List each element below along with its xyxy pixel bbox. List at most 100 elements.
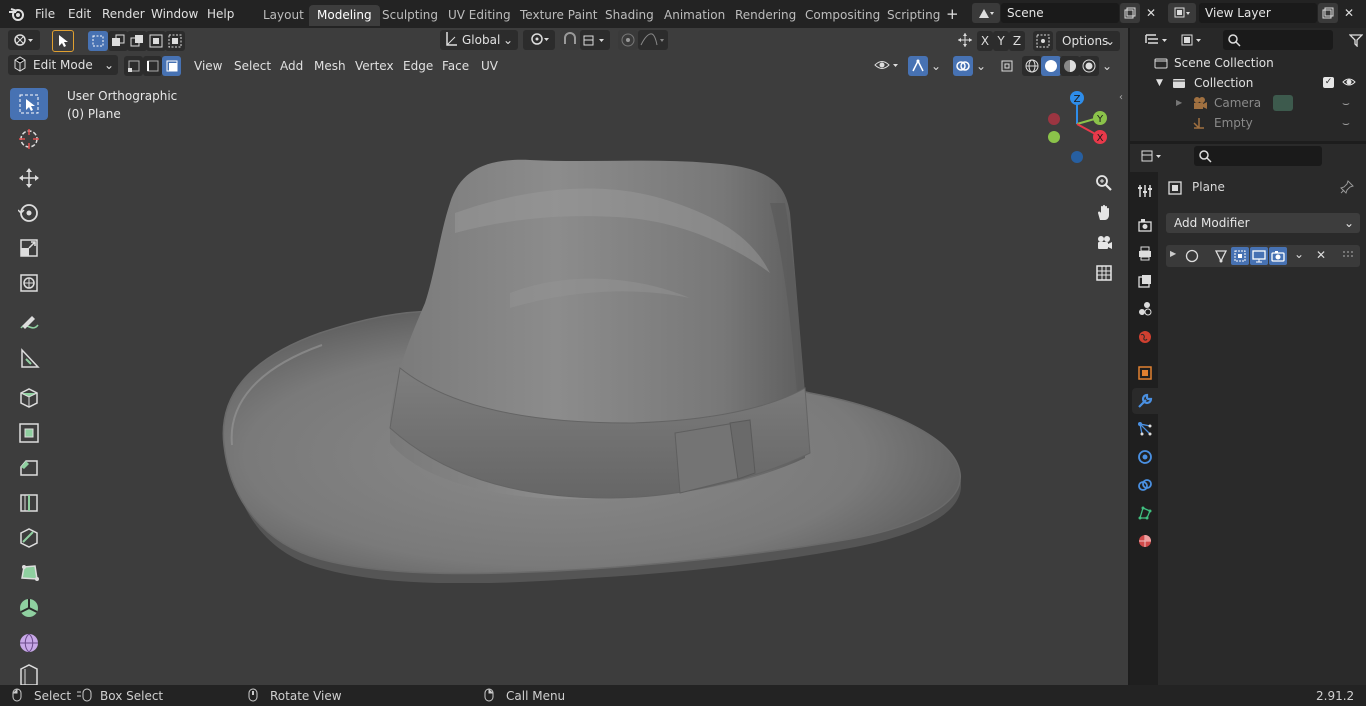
menu-help[interactable]: Help bbox=[207, 4, 234, 24]
axis-lock-x-button[interactable]: X bbox=[977, 31, 993, 51]
tab-sculpting[interactable]: Sculpting bbox=[374, 5, 446, 26]
menu-edit[interactable]: Edit bbox=[68, 4, 91, 24]
measure-tool-icon[interactable] bbox=[10, 343, 48, 375]
tab-shading[interactable]: Shading bbox=[597, 5, 662, 26]
select-mode-new-icon[interactable] bbox=[88, 31, 108, 51]
menu-vertex[interactable]: Vertex bbox=[355, 56, 394, 76]
edge-select-mode-icon[interactable] bbox=[143, 56, 162, 76]
sidebar-toggle-icon[interactable]: ‹ bbox=[1119, 92, 1123, 103]
modifier-menu-chevron-icon[interactable]: ⌄ bbox=[1294, 247, 1304, 261]
snap-toggle-icon[interactable] bbox=[560, 30, 580, 50]
outliner-editor-type-icon[interactable] bbox=[1142, 30, 1172, 50]
camera-data-icon[interactable] bbox=[1273, 95, 1293, 111]
add-modifier-dropdown[interactable]: Add Modifier ⌄ bbox=[1166, 213, 1360, 233]
select-mode-extend-icon[interactable] bbox=[108, 31, 128, 51]
add-cube-tool-icon[interactable] bbox=[10, 382, 48, 414]
annotate-tool-icon[interactable] bbox=[10, 308, 48, 340]
select-mode-intersect-icon[interactable] bbox=[165, 31, 185, 51]
move-tool-icon[interactable] bbox=[10, 162, 48, 194]
filter-icon[interactable] bbox=[1346, 30, 1366, 50]
view-layer-browse-icon[interactable] bbox=[1168, 3, 1196, 23]
smooth-tool-icon[interactable] bbox=[10, 627, 48, 659]
tab-tool-icon[interactable] bbox=[1132, 178, 1158, 204]
tab-layout[interactable]: Layout bbox=[255, 5, 312, 26]
vertex-select-mode-icon[interactable] bbox=[124, 56, 143, 76]
hat-mesh[interactable] bbox=[210, 123, 970, 583]
collapse-triangle-icon[interactable]: ▼ bbox=[1156, 73, 1163, 93]
cursor-tool-icon[interactable] bbox=[10, 123, 48, 155]
camera-view-icon[interactable] bbox=[1091, 230, 1117, 256]
zoom-view-icon[interactable] bbox=[1091, 170, 1117, 196]
spin-tool-icon[interactable] bbox=[10, 592, 48, 624]
tab-particles-icon[interactable] bbox=[1132, 416, 1158, 442]
tab-compositing[interactable]: Compositing bbox=[797, 5, 888, 26]
view-layer-field[interactable]: View Layer bbox=[1199, 3, 1317, 23]
shear-tool-icon[interactable] bbox=[10, 662, 48, 686]
expand-triangle-icon[interactable]: ▶ bbox=[1176, 93, 1182, 113]
pan-view-icon[interactable] bbox=[1091, 200, 1117, 226]
snap-target-dropdown[interactable] bbox=[580, 30, 610, 50]
3d-viewport[interactable]: Global ⌄ X Y Z Options ⌄ Edit Mode ⌄ Vie… bbox=[0, 28, 1128, 685]
delete-scene-icon[interactable]: ✕ bbox=[1141, 3, 1161, 23]
mirror-options-icon[interactable] bbox=[1033, 31, 1053, 51]
tab-view-layer-icon[interactable] bbox=[1132, 268, 1158, 294]
tab-render-icon[interactable] bbox=[1132, 212, 1158, 238]
tab-world-icon[interactable] bbox=[1132, 324, 1158, 350]
menu-face[interactable]: Face bbox=[442, 56, 469, 76]
mode-dropdown[interactable]: Edit Mode ⌄ bbox=[8, 55, 118, 75]
navigation-gizmo[interactable]: Z Y X bbox=[1040, 88, 1120, 168]
overlays-dropdown-icon[interactable]: ⌄ bbox=[973, 56, 989, 76]
add-workspace-button[interactable]: + bbox=[946, 4, 959, 24]
gizmo-dropdown-icon[interactable]: ⌄ bbox=[928, 56, 944, 76]
editor-type-icon[interactable] bbox=[8, 30, 40, 50]
rendered-shading-icon[interactable] bbox=[1079, 56, 1099, 76]
scene-field[interactable]: Scene bbox=[1001, 3, 1119, 23]
menu-render[interactable]: Render bbox=[102, 4, 145, 24]
tab-object-icon[interactable] bbox=[1132, 360, 1158, 386]
material-preview-icon[interactable] bbox=[1060, 56, 1080, 76]
show-overlays-icon[interactable] bbox=[953, 56, 973, 76]
transform-tool-icon[interactable] bbox=[10, 267, 48, 299]
edit-mode-cage-icon[interactable] bbox=[1212, 247, 1230, 265]
select-mode-invert-icon[interactable] bbox=[146, 31, 166, 51]
display-mode-icon[interactable] bbox=[1178, 30, 1208, 50]
new-view-layer-icon[interactable] bbox=[1318, 3, 1338, 23]
transform-affect-icon[interactable] bbox=[955, 30, 975, 50]
select-box-tool-icon[interactable] bbox=[10, 88, 48, 120]
falloff-dropdown[interactable] bbox=[638, 30, 668, 50]
mesh-edit-overlays-icon[interactable] bbox=[997, 56, 1017, 76]
new-scene-icon[interactable] bbox=[1120, 3, 1140, 23]
tab-rendering[interactable]: Rendering bbox=[727, 5, 804, 26]
tab-uv-editing[interactable]: UV Editing bbox=[440, 5, 519, 26]
loop-cut-tool-icon[interactable] bbox=[10, 487, 48, 519]
edit-mode-display-icon[interactable] bbox=[1231, 247, 1249, 265]
select-tool-mode-icon[interactable] bbox=[52, 30, 74, 52]
outliner-row-empty[interactable]: Empty ⌣ bbox=[1130, 113, 1366, 133]
blender-logo-icon[interactable] bbox=[6, 4, 26, 24]
transform-orientation-dropdown[interactable]: Global ⌄ bbox=[440, 30, 518, 50]
outliner-row-collection[interactable]: ▼ Collection ✓ bbox=[1130, 73, 1366, 93]
expand-triangle-icon[interactable]: ▶ bbox=[1170, 249, 1176, 258]
delete-view-layer-icon[interactable]: ✕ bbox=[1339, 3, 1359, 23]
menu-window[interactable]: Window bbox=[151, 4, 198, 24]
poly-build-tool-icon[interactable] bbox=[10, 557, 48, 589]
menu-file[interactable]: File bbox=[35, 4, 55, 24]
menu-select[interactable]: Select bbox=[234, 56, 271, 76]
tab-constraints-icon[interactable] bbox=[1132, 472, 1158, 498]
tab-object-data-icon[interactable] bbox=[1132, 500, 1158, 526]
rotate-tool-icon[interactable] bbox=[10, 197, 48, 229]
visibility-hidden-icon[interactable]: ⌣ bbox=[1342, 113, 1350, 133]
menu-view[interactable]: View bbox=[194, 56, 222, 76]
menu-add[interactable]: Add bbox=[280, 56, 303, 76]
tab-scripting[interactable]: Scripting bbox=[879, 5, 948, 26]
remove-modifier-icon[interactable]: ✕ bbox=[1316, 248, 1326, 262]
scale-tool-icon[interactable] bbox=[10, 232, 48, 264]
menu-mesh[interactable]: Mesh bbox=[314, 56, 346, 76]
tab-texture-paint[interactable]: Texture Paint bbox=[512, 5, 605, 26]
tab-modifiers-icon[interactable] bbox=[1132, 388, 1158, 414]
scene-browse-icon[interactable] bbox=[972, 3, 1000, 23]
bevel-tool-icon[interactable] bbox=[10, 452, 48, 484]
tab-output-icon[interactable] bbox=[1132, 240, 1158, 266]
visibility-hidden-icon[interactable]: ⌣ bbox=[1342, 93, 1350, 113]
options-dropdown[interactable]: Options ⌄ bbox=[1056, 31, 1120, 51]
